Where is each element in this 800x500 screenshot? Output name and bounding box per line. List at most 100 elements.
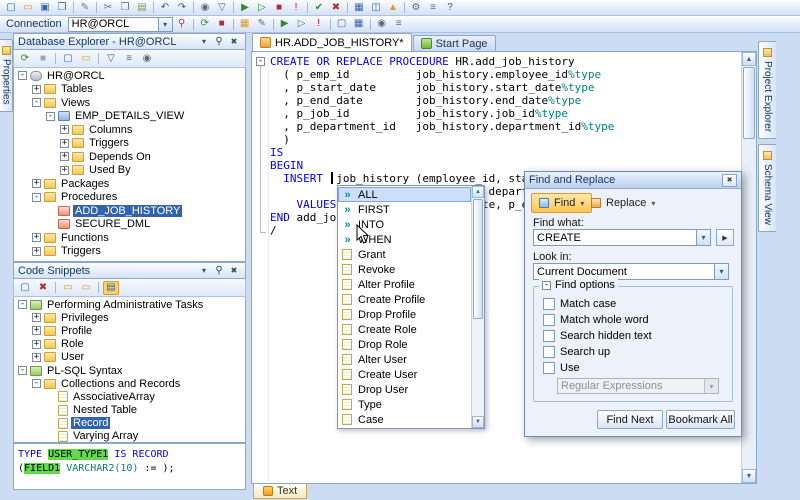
- validate-icon[interactable]: !: [311, 17, 327, 31]
- autocomplete-item-first[interactable]: FIRST: [338, 202, 471, 217]
- tree-item-associativearray[interactable]: AssociativeArray: [14, 390, 245, 403]
- option-search-up[interactable]: Search up: [543, 346, 610, 358]
- tree-expander-icon[interactable]: +: [32, 246, 41, 256]
- tree-expander-icon[interactable]: -: [32, 98, 41, 108]
- tree-expander-icon[interactable]: +: [32, 233, 41, 243]
- option-use[interactable]: Use: [543, 362, 580, 374]
- autocomplete-item-case[interactable]: Case: [338, 412, 471, 427]
- tree-expander-icon[interactable]: +: [32, 326, 41, 336]
- delete-snippet-icon[interactable]: ✖: [35, 281, 51, 295]
- tree-expander-icon[interactable]: +: [32, 313, 41, 323]
- close-icon[interactable]: [227, 265, 241, 277]
- list-icon[interactable]: ≡: [391, 17, 407, 31]
- open-folder-icon[interactable]: ▭: [78, 281, 94, 295]
- look-in-combobox[interactable]: Current Document: [533, 263, 729, 280]
- save-icon[interactable]: ▣: [37, 1, 53, 15]
- tree-expander-icon[interactable]: +: [32, 84, 41, 94]
- tree-expander-icon[interactable]: +: [60, 152, 69, 162]
- table-icon[interactable]: ▦: [351, 1, 367, 15]
- close-icon[interactable]: [722, 173, 737, 187]
- tree-expander-icon[interactable]: +: [32, 339, 41, 349]
- document-icon[interactable]: ▢: [334, 17, 350, 31]
- code-snippets-tree[interactable]: - Performing Administrative Tasks + Privile…: [13, 297, 246, 443]
- tree-expander-icon[interactable]: +: [32, 179, 41, 189]
- tree-expander-icon[interactable]: -: [32, 192, 41, 202]
- autocomplete-item-alter-profile[interactable]: Alter Profile: [338, 277, 471, 292]
- results-grid-icon[interactable]: ▦: [351, 17, 367, 31]
- tree-item-record[interactable]: Record: [14, 417, 245, 430]
- pin-icon[interactable]: [212, 36, 226, 48]
- tree-item-varying-array[interactable]: Varying Array: [14, 430, 245, 442]
- editor-vertical-scrollbar[interactable]: ▲ ▼: [741, 52, 756, 483]
- tab-schema-view[interactable]: Schema View: [758, 144, 776, 233]
- autocomplete-item-create-role[interactable]: Create Role: [338, 322, 471, 337]
- filter-icon[interactable]: ▽: [214, 1, 230, 15]
- option-match-case[interactable]: Match case: [543, 298, 616, 310]
- scrollbar-thumb[interactable]: [743, 67, 755, 139]
- tree-expander-icon[interactable]: +: [60, 125, 69, 135]
- chevron-down-icon[interactable]: [651, 197, 655, 209]
- tree-expander-icon[interactable]: +: [60, 165, 69, 175]
- rollback-icon[interactable]: ✖: [328, 1, 344, 15]
- chevron-down-icon[interactable]: [157, 17, 172, 31]
- tree-item-user[interactable]: + User: [14, 351, 245, 364]
- new-snippet-icon[interactable]: ▢: [17, 281, 33, 295]
- execute-script-icon[interactable]: ▷: [254, 1, 270, 15]
- stop-refresh-icon[interactable]: ■: [214, 17, 230, 31]
- autocomplete-item-alter-user[interactable]: Alter User: [338, 352, 471, 367]
- tree-expander-icon[interactable]: -: [18, 71, 27, 81]
- edit-connection-icon[interactable]: ✎: [254, 17, 270, 31]
- tree-item-used-by[interactable]: + Used By: [14, 164, 245, 178]
- checkbox[interactable]: [543, 362, 555, 374]
- tree-item-triggers[interactable]: + Triggers: [14, 137, 245, 151]
- tree-item-performing-administrative-tasks[interactable]: - Performing Administrative Tasks: [14, 298, 245, 311]
- find-next-button[interactable]: Find Next: [597, 410, 663, 429]
- tree-expander-icon[interactable]: -: [18, 300, 27, 310]
- checkbox[interactable]: [543, 330, 555, 342]
- stop-icon[interactable]: ■: [271, 1, 287, 15]
- properties-icon[interactable]: ≡: [121, 52, 137, 66]
- tree-item-profile[interactable]: + Profile: [14, 324, 245, 337]
- open-object-icon[interactable]: ▭: [78, 52, 94, 66]
- filter-icon[interactable]: ▽: [103, 52, 119, 66]
- scroll-up-icon[interactable]: ▲: [742, 52, 756, 66]
- pin-icon[interactable]: [212, 265, 226, 277]
- error-list-icon[interactable]: !: [288, 1, 304, 15]
- database-explorer-tree[interactable]: - HR@ORCL + Tables - Views - EMP_DETAILS_VIEW + C…: [13, 68, 246, 262]
- tree-item-depends-on[interactable]: + Depends On: [14, 150, 245, 164]
- tree-item-functions[interactable]: + Functions: [14, 231, 245, 245]
- autocomplete-item-create-profile[interactable]: Create Profile: [338, 292, 471, 307]
- scrollbar-thumb[interactable]: [473, 199, 483, 319]
- tree-item-columns[interactable]: + Columns: [14, 123, 245, 137]
- tab-text-view[interactable]: Text: [253, 484, 308, 499]
- fold-collapse-icon[interactable]: -: [256, 57, 265, 66]
- chevron-down-icon[interactable]: [696, 230, 710, 245]
- tree-item-secure-dml[interactable]: SECURE_DML: [14, 218, 245, 232]
- undo-icon[interactable]: ↶: [157, 1, 173, 15]
- pin-icon[interactable]: ⚲: [174, 17, 190, 31]
- refresh-icon[interactable]: ⟳: [17, 52, 33, 66]
- autocomplete-list[interactable]: ALLFIRSTINTOWHENGrantRevokeAlter Profile…: [338, 186, 471, 428]
- tab-project-explorer[interactable]: Project Explorer: [758, 41, 776, 140]
- save-all-icon[interactable]: ❒: [54, 1, 70, 15]
- bookmark-all-button[interactable]: Bookmark All: [666, 410, 735, 429]
- autocomplete-item-drop-user[interactable]: Drop User: [338, 382, 471, 397]
- execute-current-icon[interactable]: ▶: [277, 17, 293, 31]
- new-object-icon[interactable]: ▢: [60, 52, 76, 66]
- tree-item-collections-and-records[interactable]: - Collections and Records: [14, 377, 245, 390]
- tree-item-emp-details-view[interactable]: - EMP_DETAILS_VIEW: [14, 110, 245, 124]
- scroll-down-icon[interactable]: ▼: [742, 469, 756, 483]
- refresh-icon[interactable]: ⟳: [197, 17, 213, 31]
- tree-item-pl-sql-syntax[interactable]: - PL-SQL Syntax: [14, 364, 245, 377]
- window-menu-icon[interactable]: [197, 265, 211, 277]
- zoom-icon[interactable]: ◉: [374, 17, 390, 31]
- tree-item-procedures[interactable]: - Procedures: [14, 191, 245, 205]
- chart-icon[interactable]: ▲: [385, 1, 401, 15]
- autocomplete-item-grant[interactable]: Grant: [338, 247, 471, 262]
- paste-icon[interactable]: ▤: [134, 1, 150, 15]
- tree-item-privileges[interactable]: + Privileges: [14, 311, 245, 324]
- tree-item-triggers[interactable]: + Triggers: [14, 245, 245, 259]
- tree-item-packages[interactable]: + Packages: [14, 177, 245, 191]
- cut-icon[interactable]: ✂: [100, 1, 116, 15]
- tree-expander-icon[interactable]: +: [32, 352, 41, 362]
